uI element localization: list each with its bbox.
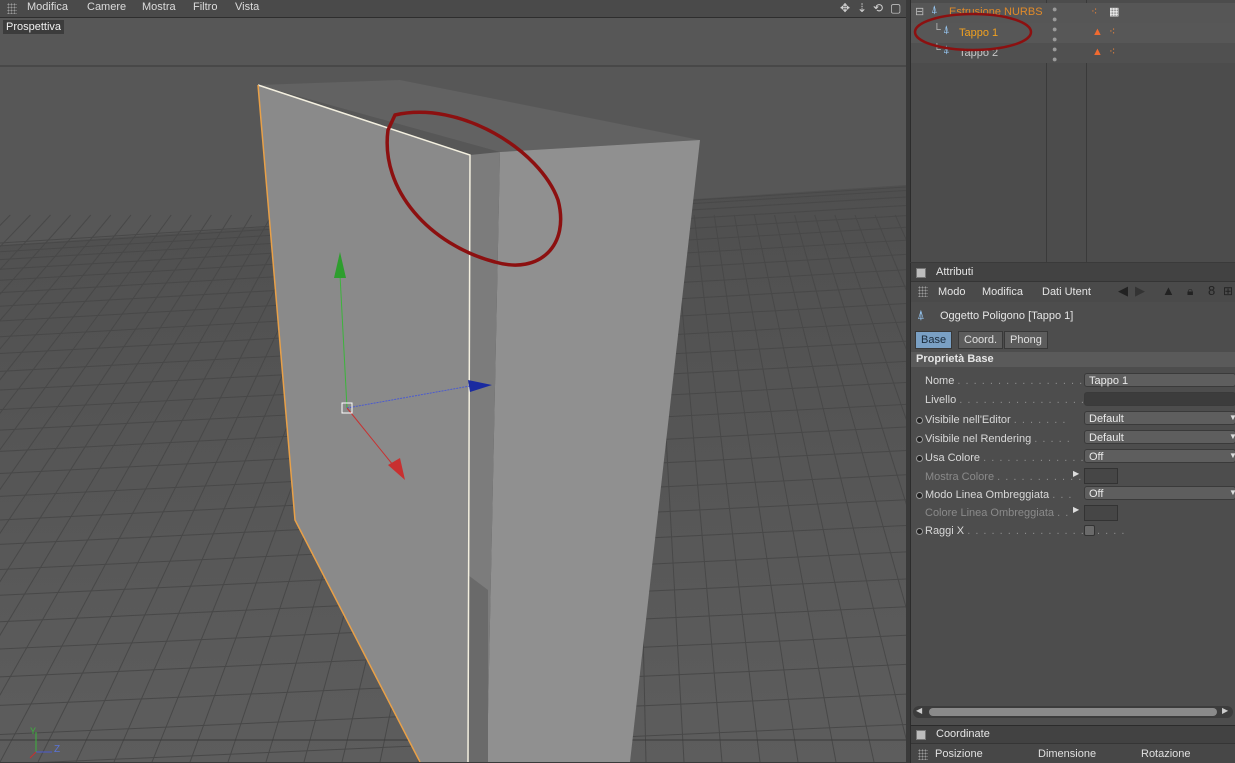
lock-icon[interactable]: 🔒︎ xyxy=(1187,284,1193,299)
label-visibile-rendering: Visibile nel Rendering . . . . . xyxy=(925,433,1071,445)
back-arrow-icon[interactable]: ◀ xyxy=(1118,283,1128,299)
object-title: Oggetto Poligono [Tappo 1] xyxy=(940,310,1074,322)
viewport-scene[interactable] xyxy=(0,0,906,762)
menu-camere[interactable]: Camere xyxy=(87,1,126,13)
editor-visibility-select[interactable]: Default xyxy=(1084,411,1235,425)
view-name-label[interactable]: Prospettiva xyxy=(3,20,65,34)
phong-tag-icon[interactable]: ⁖ xyxy=(1109,45,1115,58)
axis-label-z: Z xyxy=(54,744,61,755)
scroll-left-icon[interactable]: ◀ xyxy=(916,706,922,715)
menu-vista[interactable]: Vista xyxy=(235,1,259,13)
menu-mostra[interactable]: Mostra xyxy=(142,1,176,13)
menu-modifica[interactable]: Modifica xyxy=(27,1,68,13)
panel-title: Attributi xyxy=(936,266,974,278)
column-position: Posizione xyxy=(935,748,983,760)
axis-label-y: Y xyxy=(30,726,37,736)
column-size: Dimensione xyxy=(1038,748,1097,760)
grip-icon xyxy=(7,3,17,14)
grip-icon xyxy=(918,749,928,760)
polygon-object-icon: ⍋ xyxy=(917,307,925,322)
tab-coord[interactable]: Coord. xyxy=(958,331,1004,349)
horizontal-scrollbar[interactable]: ◀ ▶ xyxy=(913,706,1233,718)
attributes-header: Attributi xyxy=(911,263,1235,282)
shaded-line-color-swatch[interactable] xyxy=(1084,505,1118,521)
forward-arrow-icon[interactable]: ▶ xyxy=(1135,283,1145,299)
animate-bullet[interactable] xyxy=(916,436,923,443)
panel-title: Coordinate xyxy=(936,728,990,740)
scroll-right-icon[interactable]: ▶ xyxy=(1222,706,1228,715)
visibility-dots-icon[interactable]: ● ● xyxy=(1052,24,1057,44)
section-header: Proprietà Base xyxy=(911,352,1235,367)
layer-field[interactable] xyxy=(1084,392,1235,406)
label-modo-linea: Modo Linea Ombreggiata . . . xyxy=(925,489,1073,501)
menu-dati-utente[interactable]: Dati Utent xyxy=(1042,286,1091,298)
grip-icon xyxy=(918,286,928,297)
scrollbar-thumb[interactable] xyxy=(929,708,1217,716)
label-raggi-x: Raggi X . . . . . . . . . . . . . . . . … xyxy=(925,525,1126,537)
cap-tag-icon[interactable]: ▲ xyxy=(1092,26,1103,38)
dropdown-arrow-icon[interactable]: ▼ xyxy=(1229,432,1235,441)
tab-phong[interactable]: Phong xyxy=(1004,331,1048,349)
phong-tag-icon[interactable]: ⁖ xyxy=(1091,5,1097,18)
menu-filtro[interactable]: Filtro xyxy=(193,1,217,13)
expand-arrow-icon[interactable]: ▶ xyxy=(1073,505,1079,514)
expand-arrow-icon[interactable]: ▶ xyxy=(1073,469,1079,478)
maximize-view-icon[interactable]: ▢ xyxy=(890,1,901,15)
animate-bullet[interactable] xyxy=(916,417,923,424)
render-visibility-select[interactable]: Default xyxy=(1084,430,1235,444)
label-visibile-editor: Visibile nell'Editor . . . . . . . xyxy=(925,414,1067,426)
dolly-view-icon[interactable]: ⇣ xyxy=(857,1,867,15)
visibility-dots-icon[interactable]: ● ● xyxy=(1052,4,1057,24)
attributes-manager: Attributi Modo Modifica Dati Utent ◀ ▶ ▲… xyxy=(910,263,1235,725)
menu-modifica[interactable]: Modifica xyxy=(982,286,1023,298)
viewport-menubar: Modifica Camere Mostra Filtro Vista ✥ ⇣ … xyxy=(0,0,906,18)
move-view-icon[interactable]: ✥ xyxy=(840,1,850,15)
object-manager: ⊟ ⍋ Estrusione NURBS ● ● ⁖ ▦ └ ⍋ Tappo 1 … xyxy=(910,0,1235,262)
up-arrow-icon[interactable]: ▲ xyxy=(1162,283,1175,298)
use-color-select[interactable]: Off xyxy=(1084,449,1235,463)
phong-tag-icon[interactable]: ⁖ xyxy=(1109,25,1115,38)
cap-tag-icon[interactable]: ▲ xyxy=(1092,46,1103,58)
shaded-line-mode-select[interactable]: Off xyxy=(1084,486,1235,500)
animate-bullet[interactable] xyxy=(916,455,923,462)
xray-checkbox[interactable] xyxy=(1084,525,1095,536)
3d-viewport[interactable]: Modifica Camere Mostra Filtro Vista ✥ ⇣ … xyxy=(0,0,906,762)
attributes-menubar: Modo Modifica Dati Utent ◀ ▶ ▲ 🔒︎ 8 ⊞ xyxy=(911,282,1235,302)
menu-modo[interactable]: Modo xyxy=(938,286,966,298)
link-icon[interactable]: 8 xyxy=(1208,283,1215,298)
tab-base[interactable]: Base xyxy=(915,331,953,349)
animate-bullet[interactable] xyxy=(916,528,923,535)
column-rotation: Rotazione xyxy=(1141,748,1191,760)
visibility-dots-icon[interactable]: ● ● xyxy=(1052,44,1057,64)
animate-bullet[interactable] xyxy=(916,492,923,499)
annotation-circle-object-manager xyxy=(913,12,1033,52)
new-window-icon[interactable]: ⊞ xyxy=(1223,284,1233,298)
material-tag-icon[interactable]: ▦ xyxy=(1109,5,1119,18)
label-colore-linea: Colore Linea Ombreggiata . . xyxy=(925,507,1070,519)
dropdown-arrow-icon[interactable]: ▼ xyxy=(1229,451,1235,460)
rotate-view-icon[interactable]: ⟲ xyxy=(873,1,883,15)
display-color-swatch[interactable] xyxy=(1084,468,1118,484)
dropdown-arrow-icon[interactable]: ▼ xyxy=(1229,488,1235,497)
section-title: Proprietà Base xyxy=(916,353,994,365)
panel-menu-icon[interactable] xyxy=(916,268,926,278)
name-field[interactable]: Tappo 1 xyxy=(1084,373,1235,387)
dropdown-arrow-icon[interactable]: ▼ xyxy=(1229,413,1235,422)
panel-menu-icon[interactable] xyxy=(916,730,926,740)
coordinates-manager: Coordinate Posizione Dimensione Rotazion… xyxy=(910,725,1235,763)
coordinates-header: Coordinate xyxy=(911,726,1235,744)
